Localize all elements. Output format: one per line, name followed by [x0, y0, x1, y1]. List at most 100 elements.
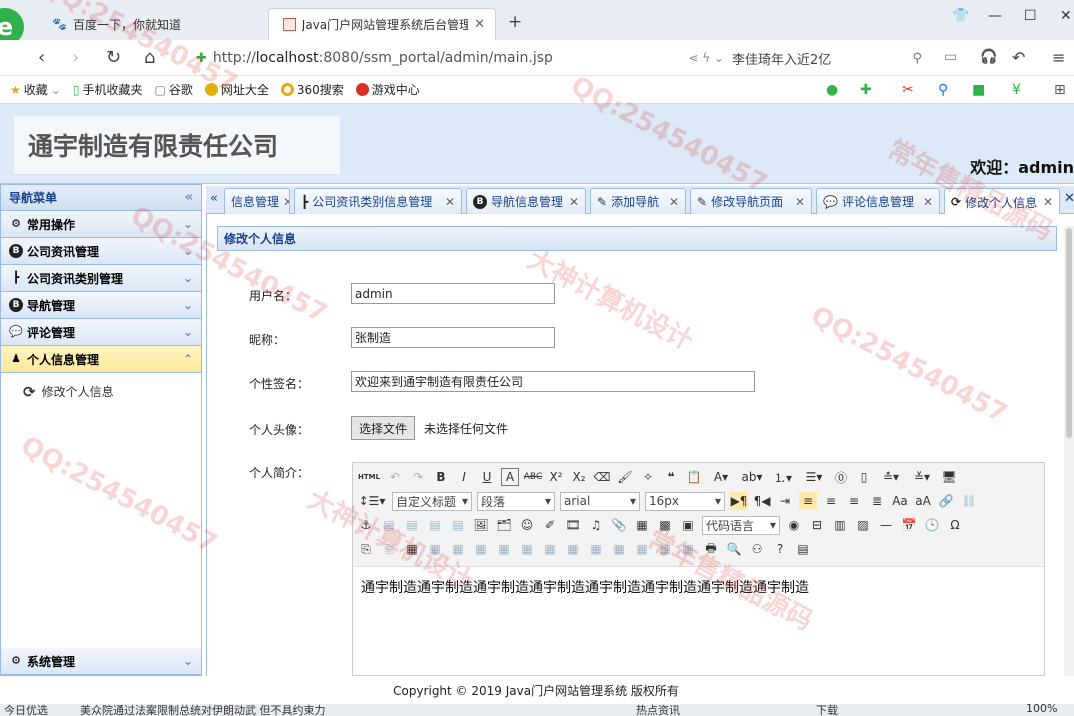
close-tab-icon[interactable]: ✕	[283, 195, 289, 209]
code-language-select[interactable]: 代码语言 ▾	[702, 515, 780, 535]
ext-scissors-icon[interactable]: ✂	[902, 82, 914, 98]
browser-tab-admin[interactable]: Java门户网站管理系统后台管理 ✕	[268, 8, 496, 40]
refresh-icon[interactable]: ↻	[106, 47, 121, 68]
maximize-icon[interactable]: ☐	[1024, 8, 1037, 24]
image-right-icon[interactable]: ▤	[426, 516, 444, 534]
sidebar-item-news-category[interactable]: ┣ 公司资讯类别管理 ⌄	[1, 265, 201, 292]
drafts-save-icon[interactable]: ▤	[794, 540, 812, 558]
preview-icon[interactable]: 🖥	[940, 468, 958, 486]
bookmark-mobile[interactable]: ▯ 手机收藏夹	[73, 81, 143, 98]
webapp-icon[interactable]: ◉	[785, 516, 803, 534]
editor-body[interactable]: 通宇制造通宇制造通宇制造通宇制造通宇制造通宇制造通宇制造通宇制造	[353, 567, 1044, 607]
browser-tab-baidu[interactable]: 🐾 百度一下，你就知道	[38, 8, 260, 40]
tab-add-nav[interactable]: ✎ 添加导航 ✕	[590, 188, 686, 214]
ext-money-icon[interactable]: ¥	[1012, 82, 1021, 98]
align-right-icon[interactable]: ≡	[845, 492, 863, 510]
anchor-icon[interactable]: ⚓	[357, 516, 375, 534]
undo-icon[interactable]: ↶	[1012, 48, 1025, 67]
choose-file-button[interactable]: 选择文件	[351, 416, 416, 440]
status-news[interactable]: 美众院通过法案限制总统对伊朗动武 但不具约束力	[80, 704, 326, 716]
close-tab-icon[interactable]: ✕	[569, 195, 579, 209]
sidebar-subitem-edit-profile[interactable]: ⟳ 修改个人信息	[1, 373, 201, 631]
tab-scroll-left-icon[interactable]: «	[210, 191, 218, 206]
status-download[interactable]: 下载	[816, 704, 838, 716]
sidebar-item-profile[interactable]: ♟ 个人信息管理 ⌃	[1, 346, 201, 373]
paste-plain-icon[interactable]: 📋	[685, 468, 703, 486]
scrawl-icon[interactable]: ✐	[541, 516, 559, 534]
username-field[interactable]: admin	[351, 283, 555, 304]
horizontal-rule-icon[interactable]: —	[877, 516, 895, 534]
time-icon[interactable]: 🕒	[923, 516, 941, 534]
sidebar-item-news[interactable]: B 公司资讯管理 ⌄	[1, 238, 201, 265]
split-rows-icon[interactable]: ▦	[656, 540, 674, 558]
align-left-icon[interactable]: ≡	[799, 492, 817, 510]
bookmark-google[interactable]: ▢ 谷歌	[154, 81, 192, 98]
line-height-icon[interactable]: ↕☰▾	[357, 492, 387, 510]
select-all-icon[interactable]: ⓪	[832, 468, 850, 486]
merge-down-icon[interactable]: ▦	[610, 540, 628, 558]
format-brush-icon[interactable]: 🖌	[616, 468, 634, 486]
print-icon[interactable]: 🖶	[702, 540, 720, 558]
map-icon[interactable]: ▦	[633, 516, 651, 534]
unlink-icon[interactable]: ⛓	[960, 492, 978, 510]
image-icon[interactable]: 🖼	[472, 516, 490, 534]
address-bar[interactable]: ✚ http://localhost:8080/ssm_portal/admin…	[196, 45, 724, 71]
battery-icon[interactable]: ▭	[944, 49, 957, 65]
tab-scroll-right-icon[interactable]: ✕	[1064, 191, 1074, 206]
font-border-icon[interactable]: A	[501, 468, 519, 486]
tab-info-manage[interactable]: 信息管理 ✕	[224, 188, 290, 214]
status-left[interactable]: 今日优选	[4, 704, 48, 716]
share-icon[interactable]: ⋖ ϟ ⌄	[688, 51, 724, 65]
superscript-icon[interactable]: X²	[547, 468, 565, 486]
blockquote-icon[interactable]: ❝	[662, 468, 680, 486]
tab-edit-profile[interactable]: ⟳ 修改个人信息 ✕	[944, 188, 1060, 215]
status-hot[interactable]: 热点资讯	[636, 704, 680, 716]
split-cells-icon[interactable]: ▦	[633, 540, 651, 558]
search-icon[interactable]: ⚲	[912, 51, 922, 66]
home-icon[interactable]: ⌂	[144, 47, 155, 68]
redo-icon[interactable]: ↷	[409, 468, 427, 486]
shirt-icon[interactable]: 👕	[952, 8, 969, 24]
template-icon[interactable]: ▥	[831, 516, 849, 534]
insert-row-icon[interactable]: ▦	[472, 540, 490, 558]
multi-image-icon[interactable]: 🗂	[495, 516, 513, 534]
collapse-sidebar-icon[interactable]: «	[185, 190, 193, 205]
insert-table-icon[interactable]: ▦	[403, 540, 421, 558]
image-center-icon[interactable]: ▤	[449, 516, 467, 534]
close-tab-icon[interactable]: ✕	[923, 195, 933, 209]
preview-search-icon[interactable]: 🔍	[725, 540, 743, 558]
close-tab-icon[interactable]: ✕	[445, 195, 455, 209]
attachment-icon[interactable]: 📎	[610, 516, 628, 534]
wordimage-icon[interactable]: ⎘	[357, 540, 375, 558]
ext-chat-icon[interactable]: ●	[826, 82, 838, 98]
drafts-icon[interactable]: ⎗	[380, 540, 398, 558]
rtl-icon[interactable]: ¶◀	[753, 492, 771, 510]
special-char-icon[interactable]: Ω	[946, 516, 964, 534]
close-tab-icon[interactable]: ✕	[795, 195, 805, 209]
link-icon[interactable]: 🔗	[937, 492, 955, 510]
status-zoom[interactable]: 100%	[1026, 704, 1057, 715]
font-family-select[interactable]: arial ▾	[560, 491, 640, 511]
html-source-button[interactable]: HTML	[357, 468, 381, 486]
find-replace-icon[interactable]: ⚇	[748, 540, 766, 558]
split-cols-icon[interactable]: ▦	[679, 540, 697, 558]
sidebar-item-common[interactable]: ⚙ 常用操作 ⌄	[1, 211, 201, 238]
help-icon[interactable]: ?	[771, 540, 789, 558]
unordered-list-icon[interactable]: ☰▾	[801, 468, 827, 486]
ordered-list-icon[interactable]: ⒈▾	[770, 468, 796, 486]
news-search-box[interactable]: 李佳琦年入近2亿 ⚲	[732, 45, 922, 71]
tab-comment-info[interactable]: 💬 评论信息管理 ✕	[816, 188, 940, 214]
delete-row-icon[interactable]: ▦	[495, 540, 513, 558]
sidebar-item-system[interactable]: ⚙ 系统管理 ⌄	[1, 648, 201, 675]
indent-icon[interactable]: ⇥	[776, 492, 794, 510]
music-icon[interactable]: ♫	[587, 516, 605, 534]
auto-format-icon[interactable]: ✧	[639, 468, 657, 486]
emoticon-icon[interactable]: ☺	[518, 516, 536, 534]
image-left-icon[interactable]: ▤	[403, 516, 421, 534]
merge-cells-icon[interactable]: ▦	[564, 540, 582, 558]
strikethrough-icon[interactable]: ABC	[524, 468, 542, 486]
ext-apps-icon[interactable]: ⊞	[1054, 82, 1066, 98]
gmap-icon[interactable]: ▩	[656, 516, 674, 534]
font-size-select[interactable]: 16px ▾	[645, 491, 725, 511]
clear-doc-icon[interactable]: ▯	[855, 468, 873, 486]
